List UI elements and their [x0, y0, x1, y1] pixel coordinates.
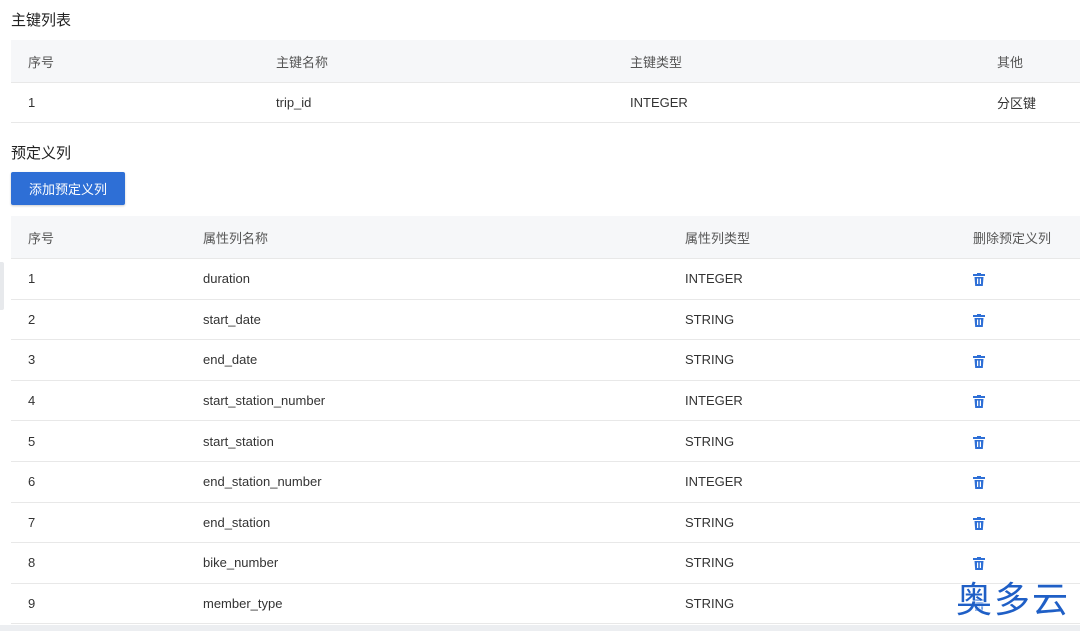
trash-icon[interactable]: [973, 354, 985, 368]
row-index: 3: [11, 339, 186, 381]
primary-key-section-title: 主键列表: [11, 11, 72, 29]
add-predefined-column-button[interactable]: 添加预定义列: [11, 172, 125, 205]
attribute-name: end_station_number: [186, 461, 668, 503]
col-header-key-name: 主键名称: [259, 40, 613, 83]
side-drawer-handle[interactable]: [0, 262, 4, 310]
table-row: 3 end_date STRING: [11, 339, 1080, 381]
row-index: 7: [11, 502, 186, 544]
attribute-type: STRING: [668, 542, 956, 584]
primary-key-header-row: 序号 主键名称 主键类型 其他: [11, 40, 1080, 83]
trash-icon[interactable]: [973, 476, 985, 490]
delete-cell: [956, 339, 1080, 381]
attribute-type: INTEGER: [668, 380, 956, 422]
attribute-type: STRING: [668, 299, 956, 341]
delete-cell: [956, 380, 1080, 422]
attribute-name: member_type: [186, 583, 668, 625]
key-type: INTEGER: [613, 82, 980, 123]
row-index: 1: [11, 258, 186, 300]
delete-cell: [956, 258, 1080, 300]
trash-icon[interactable]: [973, 435, 985, 449]
primary-key-table: 序号 主键名称 主键类型 其他 1 trip_id INTEGER 分区键: [11, 40, 1080, 123]
attribute-name: end_date: [186, 339, 668, 381]
attribute-name: bike_number: [186, 542, 668, 584]
table-row: 2 start_date STRING: [11, 299, 1080, 341]
delete-cell: [956, 461, 1080, 503]
attribute-type: INTEGER: [668, 258, 956, 300]
attribute-name: start_station: [186, 420, 668, 462]
attribute-type: STRING: [668, 420, 956, 462]
attribute-name: start_station_number: [186, 380, 668, 422]
col-header-index: 序号: [11, 216, 186, 259]
attribute-name: duration: [186, 258, 668, 300]
key-name: trip_id: [259, 82, 613, 123]
col-header-attribute-type: 属性列类型: [668, 216, 956, 259]
trash-icon[interactable]: [973, 395, 985, 409]
table-row: 6 end_station_number INTEGER: [11, 461, 1080, 503]
predefined-columns-section-title: 预定义列: [11, 144, 72, 162]
trash-icon[interactable]: [973, 516, 985, 530]
horizontal-scrollbar[interactable]: [0, 625, 1080, 631]
col-header-delete: 删除预定义列: [956, 216, 1080, 259]
attribute-type: STRING: [668, 583, 956, 625]
table-row: 5 start_station STRING: [11, 420, 1080, 462]
row-index: 2: [11, 299, 186, 341]
trash-icon[interactable]: [973, 273, 985, 287]
trash-icon[interactable]: [973, 557, 985, 571]
col-header-index: 序号: [11, 40, 259, 83]
attribute-name: start_date: [186, 299, 668, 341]
key-other: 分区键: [980, 82, 1080, 123]
col-header-other: 其他: [980, 40, 1080, 83]
table-row: 7 end_station STRING: [11, 502, 1080, 544]
table-row: 1 duration INTEGER: [11, 258, 1080, 300]
delete-cell: [956, 502, 1080, 544]
col-header-attribute-name: 属性列名称: [186, 216, 668, 259]
attribute-type: STRING: [668, 339, 956, 381]
row-index: 4: [11, 380, 186, 422]
watermark-logo: 奥多云: [955, 580, 1070, 621]
table-row: 1 trip_id INTEGER 分区键: [11, 82, 1080, 123]
row-index: 1: [11, 82, 259, 123]
row-index: 8: [11, 542, 186, 584]
trash-icon[interactable]: [973, 313, 985, 327]
row-index: 9: [11, 583, 186, 625]
table-row: 9 member_type STRING: [11, 583, 1080, 625]
row-index: 6: [11, 461, 186, 503]
table-row: 4 start_station_number INTEGER: [11, 380, 1080, 422]
attribute-type: STRING: [668, 502, 956, 544]
predefined-columns-table: 序号 属性列名称 属性列类型 删除预定义列 1 duration INTEGER 2 s…: [11, 216, 1080, 625]
delete-cell: [956, 420, 1080, 462]
col-header-key-type: 主键类型: [613, 40, 980, 83]
row-index: 5: [11, 420, 186, 462]
predefined-columns-header-row: 序号 属性列名称 属性列类型 删除预定义列: [11, 216, 1080, 259]
attribute-name: end_station: [186, 502, 668, 544]
attribute-type: INTEGER: [668, 461, 956, 503]
delete-cell: [956, 299, 1080, 341]
table-row: 8 bike_number STRING: [11, 542, 1080, 584]
